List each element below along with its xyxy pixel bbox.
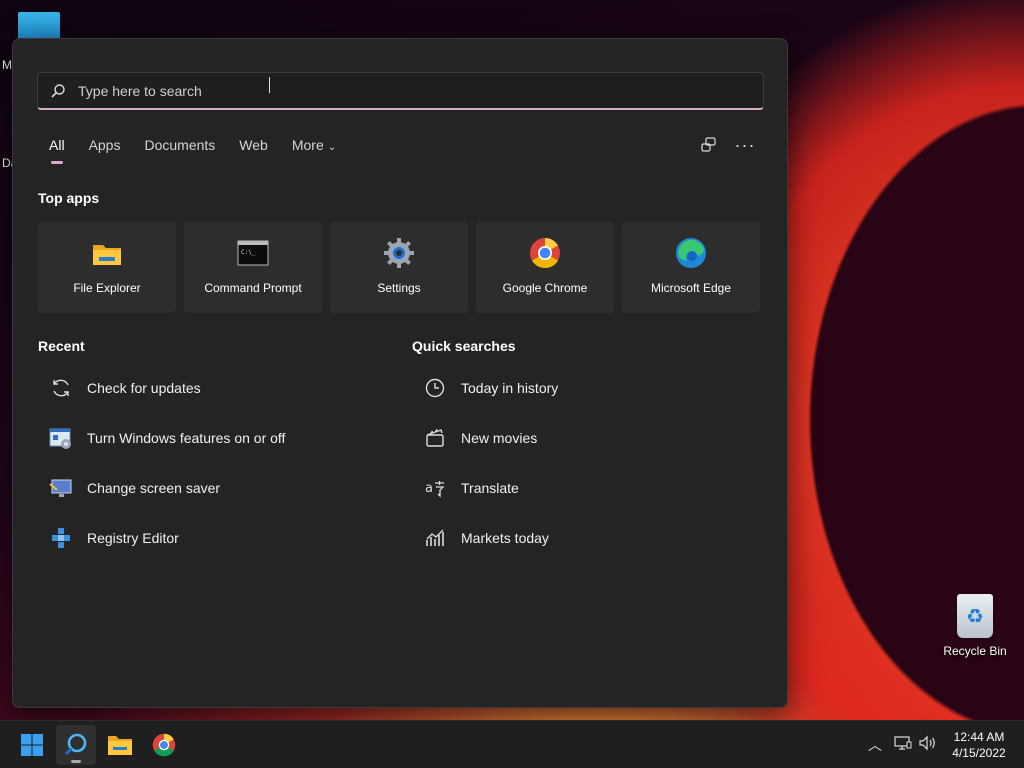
desktop-icon-label-partial: M [2,58,12,72]
app-tile-google-chrome[interactable]: Google Chrome [476,222,614,313]
quick-search-translate[interactable]: a Translate [423,463,558,513]
filter-tabs: All Apps Documents Web More ⌄ [49,137,360,164]
quick-search-markets[interactable]: Markets today [423,513,558,563]
share-button[interactable] [697,134,721,156]
terminal-icon: C:\_ [237,237,269,269]
app-tile-label: Microsoft Edge [650,281,732,295]
app-tile-file-explorer[interactable]: File Explorer [38,222,176,313]
list-item-label: Check for updates [87,380,201,396]
taskbar-chrome[interactable] [144,725,184,765]
list-item-label: Markets today [461,530,549,546]
recycle-bin-label: Recycle Bin [943,644,1007,658]
recycle-bin[interactable]: Recycle Bin [940,594,1010,658]
folder-icon [91,237,123,269]
top-apps-title: Top apps [38,190,100,206]
recent-title: Recent [38,338,85,354]
refresh-icon [49,376,73,400]
chrome-icon [152,733,176,757]
registry-icon [49,526,73,550]
app-tile-label: File Explorer [73,281,141,295]
start-button[interactable] [12,725,52,765]
windows-logo-icon [21,734,43,756]
folder-icon [108,736,132,755]
tab-more-label: More [291,137,324,153]
search-icon [64,733,87,756]
app-tile-microsoft-edge[interactable]: Microsoft Edge [622,222,760,313]
tab-all[interactable]: All [49,137,65,164]
recent-item-screen-saver[interactable]: Change screen saver [49,463,285,513]
show-hidden-icons-chevron-up-icon[interactable]: ︿ [868,735,882,755]
list-item-label: Today in history [461,380,559,396]
chart-icon [423,526,447,550]
taskbar: ︿ 12:44 AM 4/15/2022 [0,720,1024,768]
clock-icon [423,376,447,400]
quick-search-new-movies[interactable]: New movies [423,413,558,463]
tab-web[interactable]: Web [239,137,268,153]
search-panel: All Apps Documents Web More⌄ ··· Top app… [12,38,788,708]
gear-icon [383,237,415,269]
app-tile-label: Command Prompt [204,281,302,295]
tab-more[interactable]: More ⌄ [292,137,336,153]
recent-list: Check for updates Turn Windows features … [49,363,285,563]
search-box[interactable] [37,72,764,110]
taskbar-file-explorer[interactable] [100,725,140,765]
taskbar-clock[interactable]: 12:44 AM 4/15/2022 [946,729,1012,761]
chrome-icon [529,237,561,269]
chevron-down-icon: ⌄ [327,142,337,153]
edge-icon [675,237,707,269]
app-tile-command-prompt[interactable]: C:\_ Command Prompt [184,222,322,313]
network-icon[interactable] [894,735,912,754]
recent-item-check-updates[interactable]: Check for updates [49,363,285,413]
quick-searches-title: Quick searches [412,338,516,354]
volume-icon[interactable] [918,735,938,754]
text-cursor [269,77,271,93]
clock-time: 12:44 AM [953,730,1005,744]
translate-icon: a [423,476,447,500]
share-icon [701,137,716,152]
tab-documents[interactable]: Documents [144,137,215,153]
list-item-label: Translate [461,480,519,496]
list-item-label: New movies [461,430,538,446]
app-tile-label: Settings [377,281,421,295]
tab-apps[interactable]: Apps [89,137,121,153]
top-apps-grid: File Explorer C:\_ Command Prompt Settin… [38,222,760,313]
monitor-icon [49,476,73,500]
clapperboard-icon [423,426,447,450]
recycle-bin-icon [957,594,993,638]
search-icon [38,83,78,99]
list-item-label: Registry Editor [87,530,179,546]
recent-item-windows-features[interactable]: Turn Windows features on or off [49,413,285,463]
windows-features-icon [49,426,73,450]
list-item-label: Turn Windows features on or off [87,430,286,446]
svg-text:a: a [425,481,433,496]
app-tile-label: Google Chrome [502,281,588,295]
recent-item-registry-editor[interactable]: Registry Editor [49,513,285,563]
more-options-button[interactable]: ··· [733,134,757,156]
search-input[interactable] [78,82,678,99]
ellipsis-icon: ··· [734,134,756,155]
quick-search-today-history[interactable]: Today in history [423,363,558,413]
svg-text:C:\_: C:\_ [241,249,256,256]
clock-date: 4/15/2022 [952,746,1006,760]
quick-searches-list: Today in history New movies a Translate … [423,363,558,563]
list-item-label: Change screen saver [87,480,221,496]
app-tile-settings[interactable]: Settings [330,222,468,313]
taskbar-search-button[interactable] [56,725,96,765]
